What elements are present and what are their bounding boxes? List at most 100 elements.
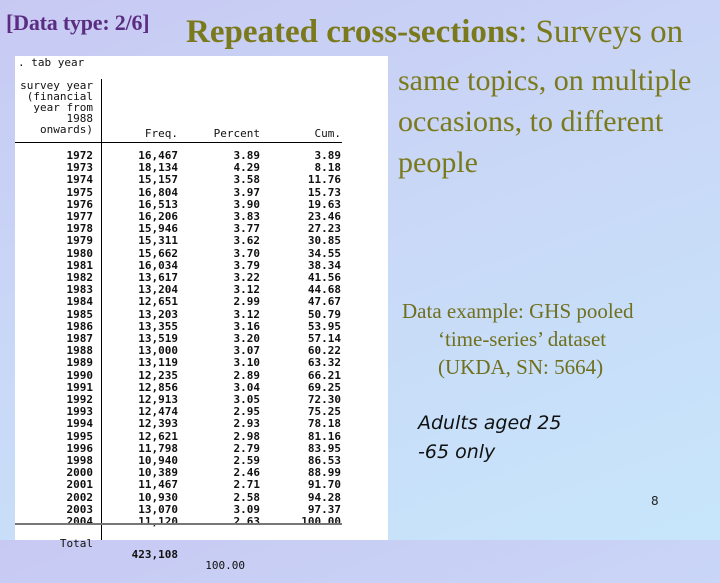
row-percent: 2.71 — [233, 478, 261, 492]
row-year: 1993 — [66, 405, 94, 419]
row-cum: 94.28 — [307, 490, 341, 504]
row-cum: 97.37 — [307, 502, 341, 516]
row-percent: 2.63 — [233, 515, 261, 528]
example-line: ‘time-series’ dataset — [438, 327, 607, 351]
row-year: 2000 — [66, 466, 94, 480]
row-freq: 15,157 — [138, 173, 178, 187]
slide-title: Repeated cross-sections: Surveys on — [186, 14, 683, 51]
row-freq: 12,393 — [138, 417, 178, 431]
data-type-label: [Data type: 2/6] — [6, 10, 150, 35]
row-cum: 91.70 — [307, 478, 341, 492]
total-row: Total 423,108 100.00 — [15, 527, 245, 571]
row-year: 1995 — [66, 429, 94, 443]
total-freq: 423,108 — [131, 548, 178, 561]
row-freq: 15,946 — [138, 222, 178, 236]
row-freq: 15,311 — [138, 234, 178, 248]
row-freq: 10,940 — [138, 454, 178, 467]
row-year: 1984 — [66, 295, 94, 309]
row-percent: 2.59 — [233, 454, 261, 467]
row-cum: 78.18 — [307, 417, 341, 431]
row-percent: 3.10 — [233, 356, 261, 370]
row-year: 1998 — [66, 454, 94, 467]
row-freq: 10,389 — [138, 466, 178, 480]
row-year: 1981 — [66, 258, 94, 272]
row-freq: 13,519 — [138, 332, 178, 345]
stata-output-panel: . tab year survey year (financial year f… — [15, 56, 388, 571]
row-year: 1983 — [66, 283, 94, 297]
row-percent: 3.90 — [233, 197, 261, 211]
row-year: 1973 — [66, 161, 94, 175]
title-cont-line: occasions, to different — [398, 105, 664, 138]
row-freq: 13,203 — [138, 307, 178, 321]
stata-command: . tab year — [18, 56, 85, 69]
row-freq: 10,930 — [138, 490, 178, 504]
row-freq: 12,651 — [138, 295, 178, 309]
population-note: Adults aged 25 -65 only — [418, 409, 561, 467]
row-percent: 2.58 — [233, 490, 261, 504]
data-example: Data example: GHS pooled ‘time-series’ d… — [402, 297, 702, 381]
row-freq: 16,206 — [138, 210, 178, 223]
row-cum: 69.25 — [307, 380, 341, 394]
row-freq: 13,000 — [138, 344, 178, 358]
row-cum: 11.76 — [307, 173, 341, 187]
row-freq: 16,467 — [138, 149, 178, 162]
row-freq: 12,856 — [138, 380, 178, 394]
row-year: 1976 — [66, 197, 94, 211]
row-cum: 47.67 — [307, 295, 341, 309]
header-cum: Cum. — [314, 127, 342, 140]
row-year: 2001 — [66, 478, 94, 492]
variable-label: survey year (financial year from 1988 on… — [20, 79, 93, 136]
row-year: 1989 — [66, 356, 94, 370]
row-cum: 8.18 — [314, 161, 342, 175]
row-cum: 30.85 — [307, 234, 341, 248]
row-year: 1977 — [66, 210, 94, 223]
row-freq: 11,467 — [138, 478, 178, 492]
row-year: 1978 — [66, 222, 94, 236]
row-percent: 3.16 — [233, 319, 261, 333]
row-cum: 41.56 — [307, 271, 341, 284]
row-year: 1972 — [66, 149, 94, 162]
row-cum: 15.73 — [307, 185, 341, 199]
row-cum: 86.53 — [307, 454, 341, 467]
row-freq: 12,474 — [138, 405, 178, 419]
row-percent: 3.70 — [233, 246, 261, 260]
row-percent: 2.99 — [233, 295, 261, 309]
row-year: 1987 — [66, 332, 94, 345]
row-freq: 13,617 — [138, 271, 178, 284]
table-vertical-divider — [101, 79, 102, 540]
title-cont-line: people — [398, 146, 478, 179]
row-year: 1994 — [66, 417, 94, 431]
row-cum: 50.79 — [307, 307, 341, 321]
row-cum: 75.25 — [307, 405, 341, 419]
row-cum: 3.89 — [314, 149, 342, 162]
row-year: 1988 — [66, 344, 94, 358]
row-year: 1986 — [66, 319, 94, 333]
row-percent: 3.04 — [233, 380, 261, 394]
row-percent: 3.07 — [233, 344, 261, 358]
row-percent: 3.89 — [233, 149, 261, 162]
page-number: 8 — [651, 494, 659, 508]
total-divider — [15, 523, 342, 525]
row-cum: 60.22 — [307, 344, 341, 358]
row-cum: 19.63 — [307, 197, 341, 211]
row-percent: 3.12 — [233, 307, 261, 321]
row-freq: 16,034 — [138, 258, 178, 272]
row-percent: 3.97 — [233, 185, 261, 199]
row-year: 1985 — [66, 307, 94, 321]
row-percent: 3.83 — [233, 210, 261, 223]
row-percent: 3.09 — [233, 502, 261, 516]
row-freq: 13,070 — [138, 502, 178, 516]
title-cont-line: same topics, on multiple — [398, 64, 692, 97]
row-year: 2003 — [66, 502, 94, 516]
row-cum: 44.68 — [307, 283, 341, 297]
row-percent: 2.79 — [233, 441, 261, 455]
slide-title-bold: Repeated cross-sections — [186, 14, 519, 50]
row-year: 2002 — [66, 490, 94, 504]
row-percent: 2.46 — [233, 466, 261, 480]
row-freq: 13,355 — [138, 319, 178, 333]
row-freq: 12,235 — [138, 368, 178, 382]
row-percent: 2.89 — [233, 368, 261, 382]
row-freq: 15,662 — [138, 246, 178, 260]
row-freq: 11,798 — [138, 441, 178, 455]
row-year: 1990 — [66, 368, 94, 382]
